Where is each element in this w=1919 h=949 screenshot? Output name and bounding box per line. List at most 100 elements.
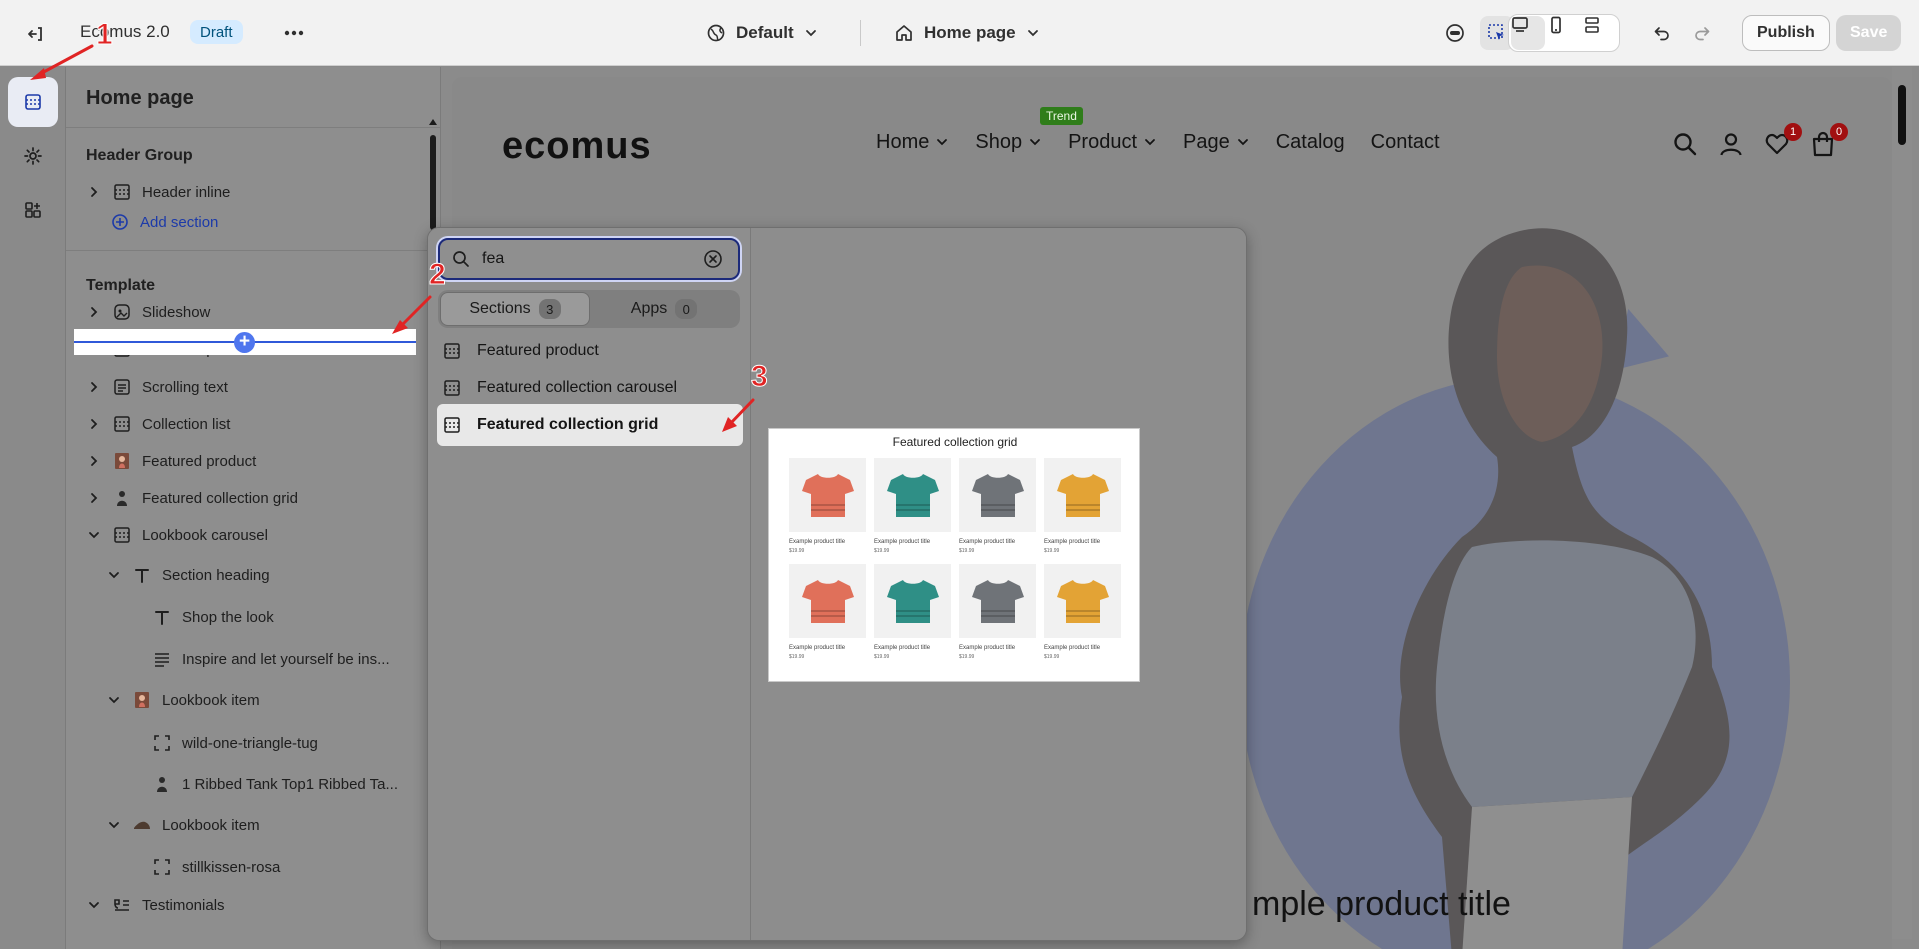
section-search-input[interactable] (482, 250, 702, 268)
publish-button[interactable]: Publish (1742, 15, 1830, 51)
trend-badge: Trend (1040, 107, 1083, 125)
chevron-right-icon[interactable] (86, 416, 102, 432)
cart-icon[interactable]: 0 (1810, 123, 1848, 157)
theme-picker[interactable]: Default (706, 18, 818, 48)
page-picker[interactable]: Home page (894, 18, 1040, 48)
undo-icon (1654, 27, 1669, 41)
nav-item[interactable]: Catalog (1276, 125, 1345, 159)
nav-item[interactable]: Product (1068, 125, 1157, 159)
exit-editor-button[interactable] (20, 18, 52, 50)
nav-item[interactable]: Shop (975, 125, 1042, 159)
apps-rail-button[interactable] (8, 185, 58, 235)
preview-scroll-thumb[interactable] (1898, 85, 1906, 145)
search-result-item[interactable]: Featured collection grid (437, 404, 743, 446)
tree-item[interactable]: Featured collection grid (86, 483, 298, 513)
figure-thumb-icon (152, 774, 172, 794)
nav-item[interactable]: Home (876, 125, 949, 159)
tab-apps[interactable]: Apps 0 (590, 292, 738, 326)
chevron-down-icon (1237, 139, 1248, 146)
search-result-item[interactable]: Featured product (437, 330, 743, 372)
search-result-item[interactable]: Featured collection carousel (437, 367, 743, 409)
account-icon[interactable] (1718, 131, 1744, 157)
sections-rail-button[interactable] (8, 77, 58, 127)
section-icon (112, 525, 132, 545)
tree-item[interactable]: Scrolling text (86, 372, 228, 402)
preview-product-price: $19.99 (959, 654, 975, 660)
chevron-right-icon[interactable] (86, 379, 102, 395)
tree-item[interactable]: Lookbook item (106, 685, 260, 715)
scroll-thumb[interactable] (430, 135, 436, 230)
mobile-icon (1551, 16, 1561, 34)
tshirt-icon (959, 564, 1036, 638)
search-result-label: Featured product (477, 342, 599, 359)
nav-item-label: Page (1183, 130, 1230, 153)
tree-item[interactable]: Testimonials (86, 890, 225, 920)
tab-sections[interactable]: Sections 3 (440, 292, 590, 326)
more-actions-button[interactable] (278, 18, 310, 48)
exit-icon (28, 27, 42, 41)
desktop-view-button[interactable] (1511, 16, 1545, 50)
add-section-button[interactable]: Add section (110, 207, 218, 237)
nav-item[interactable]: Contact (1371, 125, 1440, 159)
tree-item[interactable]: 1 Ribbed Tank Top1 Ribbed Ta... (126, 769, 398, 799)
home-icon (896, 25, 912, 41)
clear-search-button[interactable] (702, 248, 724, 270)
chevron-right-icon[interactable] (86, 184, 102, 200)
undo-button[interactable] (1645, 16, 1679, 50)
tree-item[interactable]: Inspire and let yourself be ins... (126, 644, 390, 674)
chevron-down-icon[interactable] (86, 527, 102, 543)
nav-item[interactable]: Page (1183, 125, 1250, 159)
save-button[interactable]: Save (1836, 15, 1902, 51)
chevron-down-icon[interactable] (106, 817, 122, 833)
tree-item-label: Testimonials (142, 896, 225, 914)
section-picker-panel: Sections 3 Apps 0 Featured product Featur… (428, 228, 751, 940)
tree-item[interactable]: Collection list (86, 409, 230, 439)
chevron-down-icon (937, 139, 948, 146)
status-badge: Draft (190, 20, 243, 44)
chevron-right-icon[interactable] (86, 453, 102, 469)
apps-icon (25, 202, 41, 218)
section-icon (443, 416, 463, 434)
store-logo[interactable]: ecomus (502, 125, 652, 168)
preview-product-card: Example product title $19.99 (789, 564, 866, 660)
theme-picker-label: Default (736, 23, 794, 42)
search-icon[interactable] (1672, 131, 1698, 157)
preview-product-grid: Example product title $19.99 Example produ… (789, 458, 1121, 660)
chevron-right-icon[interactable] (86, 304, 102, 320)
preview-scrollbar[interactable] (1892, 67, 1912, 939)
fullscreen-view-button[interactable] (1583, 16, 1617, 50)
mobile-view-button[interactable] (1547, 16, 1581, 50)
section-insert-indicator[interactable]: + (74, 329, 416, 355)
tree-item[interactable]: Shop the look (126, 602, 274, 632)
text-t-icon (152, 607, 172, 627)
tshirt-icon (874, 564, 951, 638)
tree-item-label: 1 Ribbed Tank Top1 Ribbed Ta... (182, 775, 398, 793)
tree-item[interactable]: Lookbook item (106, 810, 260, 840)
insert-plus-icon[interactable]: + (234, 332, 255, 353)
chevron-down-icon[interactable] (106, 692, 122, 708)
chevron-down-icon[interactable] (86, 897, 102, 913)
tree-item[interactable]: stillkissen-rosa (126, 852, 280, 882)
tree-item[interactable]: Slideshow (86, 297, 210, 327)
chevron-down-icon[interactable] (106, 567, 122, 583)
tshirt-icon (959, 458, 1036, 532)
theme-settings-rail-button[interactable] (8, 131, 58, 181)
scroll-up-arrow[interactable] (429, 119, 437, 125)
hero-model-image[interactable] (1272, 197, 1792, 949)
tree-item[interactable]: Lookbook carousel (86, 520, 268, 550)
tree-item[interactable]: wild-one-triangle-tug (126, 728, 318, 758)
chevron-right-icon[interactable] (86, 490, 102, 506)
tree-item[interactable]: Featured product (86, 446, 256, 476)
tree-item-label: Lookbook carousel (142, 526, 268, 544)
sensei-ai-button[interactable] (1438, 16, 1472, 50)
wishlist-icon[interactable]: 1 (1764, 123, 1802, 157)
section-search-box[interactable] (438, 238, 740, 280)
tshirt-icon (874, 458, 951, 532)
tree-item-label: Header inline (142, 183, 231, 201)
wishlist-count-badge: 1 (1784, 123, 1802, 141)
tree-item[interactable]: Section heading (106, 560, 270, 590)
redo-icon (1695, 27, 1710, 41)
annotation-number: 3 (751, 360, 769, 394)
tree-item-header-inline[interactable]: Header inline (86, 177, 230, 207)
redo-button[interactable] (1685, 16, 1719, 50)
